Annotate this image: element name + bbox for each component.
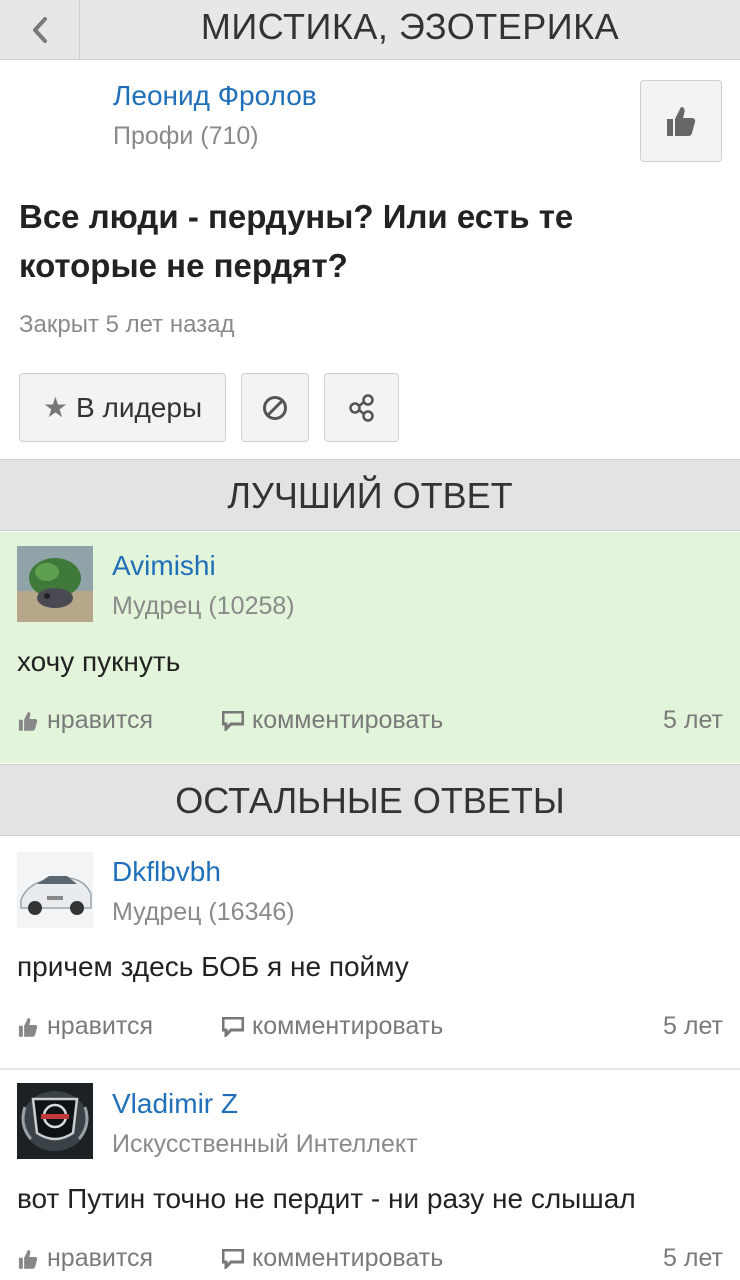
question-title: Все люди - пердуны? Или есть те которые …: [19, 198, 574, 284]
answer-author-link[interactable]: Avimishi: [112, 550, 216, 582]
like-link[interactable]: нравится: [17, 1244, 153, 1273]
comment-label: комментировать: [252, 1244, 444, 1272]
other-answers-header: ОСТАЛЬНЫЕ ОТВЕТЫ: [0, 764, 740, 836]
comment-label: комментировать: [252, 706, 444, 734]
best-answer: Avimishi Мудрец (10258) хочу пукнуть нра…: [0, 532, 740, 763]
chevron-left-icon: [32, 16, 47, 43]
like-label: нравится: [47, 1244, 154, 1272]
answer-time: 5 лет: [663, 1012, 723, 1040]
answer-author-link[interactable]: Vladimir Z: [112, 1088, 238, 1120]
answer-time: 5 лет: [663, 1244, 723, 1272]
comment-link[interactable]: комментировать: [222, 706, 443, 735]
answer-author-rank: Мудрец (10258): [112, 592, 295, 620]
thumbs-up-icon: [18, 1017, 38, 1037]
thumbs-up-icon: [18, 1249, 38, 1269]
thumbs-up-icon: [667, 107, 696, 136]
question-author-rank: Профи (710): [113, 122, 259, 150]
answer-actions: нравится комментировать 5 лет: [17, 706, 723, 738]
question-status: Закрыт 5 лет назад: [19, 311, 235, 338]
share-button[interactable]: [324, 373, 399, 442]
question-author-link[interactable]: Леонид Фролов: [113, 80, 317, 112]
answer-text: вот Путин точно не пердит - ни разу не с…: [17, 1183, 636, 1214]
comment-link[interactable]: комментировать: [222, 1244, 443, 1273]
comment-icon: [222, 1016, 244, 1037]
answer-item: Dkflbvbh Мудрец (16346) причем здесь БОБ…: [0, 838, 740, 1068]
like-link[interactable]: нравится: [17, 706, 153, 735]
like-label: нравится: [47, 706, 154, 734]
answer-actions: нравится комментировать 5 лет: [17, 1244, 723, 1276]
to-leaders-label: В лидеры: [76, 391, 203, 423]
answer-actions: нравится комментировать 5 лет: [17, 1012, 723, 1044]
report-button[interactable]: [241, 373, 309, 442]
avatar[interactable]: [17, 1083, 93, 1159]
answer-time: 5 лет: [663, 706, 723, 734]
answer-author-link[interactable]: Dkflbvbh: [112, 856, 221, 888]
like-link[interactable]: нравится: [17, 1012, 153, 1041]
comment-label: комментировать: [252, 1012, 444, 1040]
thumbs-up-icon: [18, 711, 38, 731]
answer-item: Vladimir Z Искусственный Интеллект вот П…: [0, 1070, 740, 1280]
best-answer-header: ЛУЧШИЙ ОТВЕТ: [0, 459, 740, 531]
block-icon: [263, 395, 287, 420]
like-label: нравится: [47, 1012, 154, 1040]
answer-text: хочу пукнуть: [17, 646, 181, 677]
answer-text: причем здесь БОБ я не пойму: [17, 951, 409, 982]
category-title: МИСТИКА, ЭЗОТЕРИКА: [200, 6, 620, 47]
answer-author-rank: Искусственный Интеллект: [112, 1130, 418, 1158]
answer-author-rank: Мудрец (16346): [112, 898, 295, 926]
question-like-button[interactable]: [640, 80, 722, 162]
to-leaders-button[interactable]: ★ В лидеры: [19, 373, 226, 442]
star-icon: ★: [42, 392, 69, 423]
avatar[interactable]: [17, 852, 93, 928]
top-bar: МИСТИКА, ЭЗОТЕРИКА: [0, 0, 740, 60]
comment-icon: [222, 710, 244, 731]
back-button[interactable]: [0, 0, 80, 59]
comment-icon: [222, 1248, 244, 1269]
avatar[interactable]: [17, 546, 93, 622]
share-icon: [348, 393, 374, 422]
comment-link[interactable]: комментировать: [222, 1012, 443, 1041]
